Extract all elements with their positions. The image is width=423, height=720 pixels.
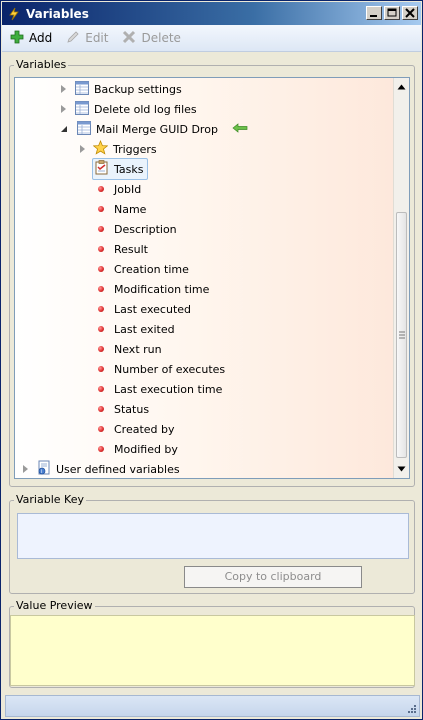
tree-item-mail-merge-guid-drop[interactable]: Mail Merge GUID Drop xyxy=(60,119,248,139)
copy-to-clipboard-button[interactable]: Copy to clipboard xyxy=(184,566,362,588)
tree-item-tasks[interactable]: Tasks xyxy=(92,158,149,180)
tree-item-label: Delete old log files xyxy=(94,102,197,116)
field-dot-icon xyxy=(98,286,104,292)
edit-button-label: Edit xyxy=(85,31,109,45)
field-dot-icon xyxy=(98,386,104,392)
clipboard-task-icon xyxy=(95,160,109,178)
variables-group-legend: Variables xyxy=(16,58,67,71)
tree-item-backup-settings[interactable]: Backup settings xyxy=(61,79,182,99)
variables-tree[interactable]: Backup settings Delete old log files Mai… xyxy=(14,77,410,479)
tree-item-field[interactable]: Number of executes xyxy=(98,359,225,379)
expand-arrow-icon[interactable] xyxy=(80,145,85,153)
tree-item-field[interactable]: Modified by xyxy=(98,439,178,459)
pointer-arrow-icon xyxy=(232,122,248,136)
tree-item-label: Last executed xyxy=(114,302,192,316)
toolbar: Add Edit Delete xyxy=(2,25,421,52)
title-bar[interactable]: Variables xyxy=(2,2,421,25)
delete-button[interactable]: Delete xyxy=(122,28,181,48)
field-dot-icon xyxy=(98,206,104,212)
add-button[interactable]: Add xyxy=(10,28,52,48)
tree-item-user-defined-variables[interactable]: i User defined variables xyxy=(23,459,180,479)
tree-item-field[interactable]: Description xyxy=(98,219,177,239)
tree-item-label: Last execution time xyxy=(114,382,223,396)
table-icon xyxy=(75,80,89,98)
expand-arrow-icon[interactable] xyxy=(61,105,66,113)
maximize-button[interactable] xyxy=(384,6,400,20)
tree-item-label: Tasks xyxy=(114,162,144,176)
tree-item-field[interactable]: Name xyxy=(98,199,146,219)
field-dot-icon xyxy=(98,406,104,412)
field-dot-icon xyxy=(98,326,104,332)
tree-item-label: Created by xyxy=(114,422,175,436)
expand-arrow-icon[interactable] xyxy=(23,465,28,473)
field-dot-icon xyxy=(98,366,104,372)
tree-item-field[interactable]: Status xyxy=(98,399,149,419)
value-preview-group-legend: Value Preview xyxy=(16,599,93,612)
field-dot-icon xyxy=(98,306,104,312)
tree-item-field[interactable]: Last exited xyxy=(98,319,175,339)
scrollbar-thumb[interactable] xyxy=(396,212,407,458)
tree-item-label: Backup settings xyxy=(94,82,182,96)
tree-item-delete-old-log-files[interactable]: Delete old log files xyxy=(61,99,197,119)
variable-key-group-legend: Variable Key xyxy=(16,493,84,506)
collapse-arrow-icon[interactable] xyxy=(60,123,68,136)
tree-item-triggers[interactable]: Triggers xyxy=(80,139,157,159)
field-dot-icon xyxy=(98,446,104,452)
close-button[interactable] xyxy=(402,6,418,20)
tasks-selection[interactable]: Tasks xyxy=(92,158,149,180)
tree-item-field[interactable]: Modification time xyxy=(98,279,209,299)
tree-item-field[interactable]: Result xyxy=(98,239,148,259)
user-variables-icon: i xyxy=(36,460,52,479)
tree-item-label: JobId xyxy=(114,182,142,196)
tree-item-label: Next run xyxy=(114,342,162,356)
variable-key-field[interactable] xyxy=(17,513,409,559)
tree-item-field[interactable]: Next run xyxy=(98,339,162,359)
tree-item-label: Last exited xyxy=(114,322,175,336)
tree-item-label: Number of executes xyxy=(114,362,226,376)
tree-item-field[interactable]: JobId xyxy=(98,179,141,199)
tree-item-label: Description xyxy=(114,222,177,236)
field-dot-icon xyxy=(98,246,104,252)
field-dot-icon xyxy=(98,186,104,192)
tree-item-field[interactable]: Last execution time xyxy=(98,379,222,399)
add-icon xyxy=(10,30,24,47)
tree-item-label: Triggers xyxy=(113,142,157,156)
delete-icon xyxy=(122,30,136,47)
tree-item-field[interactable]: Last executed xyxy=(98,299,191,319)
tree-item-label: Name xyxy=(114,202,147,216)
tree-scrollbar[interactable] xyxy=(393,78,409,478)
tree-item-label: Creation time xyxy=(114,262,189,276)
grip-lines-icon xyxy=(399,331,405,339)
window-title: Variables xyxy=(26,6,89,21)
svg-text:i: i xyxy=(41,469,42,475)
star-icon xyxy=(92,139,109,158)
add-button-label: Add xyxy=(29,31,53,45)
field-dot-icon xyxy=(98,266,104,272)
scroll-down-arrow-icon[interactable] xyxy=(394,461,409,477)
tree-item-label: Mail Merge GUID Drop xyxy=(96,122,218,136)
field-dot-icon xyxy=(98,346,104,352)
tree-item-field[interactable]: Creation time xyxy=(98,259,189,279)
field-dot-icon xyxy=(98,426,104,432)
table-icon xyxy=(75,100,89,118)
tree-item-label: User defined variables xyxy=(56,462,180,476)
delete-button-label: Delete xyxy=(141,31,181,45)
pencil-icon xyxy=(66,30,80,47)
app-icon xyxy=(7,7,21,21)
value-preview-box[interactable] xyxy=(10,615,415,686)
expand-arrow-icon[interactable] xyxy=(61,85,66,93)
tree-item-label: Result xyxy=(114,242,148,256)
tree-item-field[interactable]: Created by xyxy=(98,419,175,439)
resize-grip-icon[interactable] xyxy=(406,703,416,713)
scroll-up-arrow-icon[interactable] xyxy=(394,79,409,95)
variables-window: Variables Add Edit Delete Variables Back… xyxy=(0,0,423,720)
tree-item-label: Status xyxy=(114,402,150,416)
edit-button[interactable]: Edit xyxy=(66,28,108,48)
table-icon xyxy=(77,120,91,138)
tree-item-label: Modification time xyxy=(114,282,210,296)
tree-item-label: Modified by xyxy=(114,442,178,456)
field-dot-icon xyxy=(98,226,104,232)
minimize-button[interactable] xyxy=(366,6,382,20)
status-bar xyxy=(5,695,420,717)
